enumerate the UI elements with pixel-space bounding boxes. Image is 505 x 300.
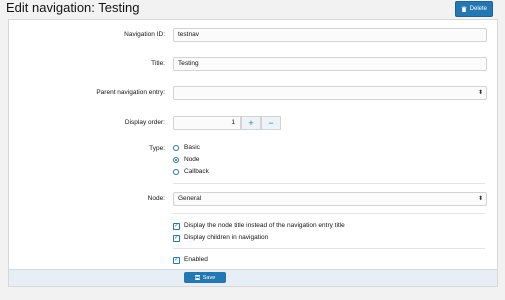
parent-entry-select[interactable]: ⬍ — [173, 86, 487, 100]
trash-icon — [461, 6, 467, 12]
type-node-radio[interactable] — [173, 157, 179, 163]
display-node-title-checkbox[interactable]: ✓ — [173, 223, 180, 230]
divider — [173, 248, 485, 249]
increment-button[interactable]: + — [241, 116, 261, 130]
decrement-button[interactable]: − — [261, 116, 281, 130]
display-children-label[interactable]: Display children in navigation — [184, 234, 268, 241]
node-select[interactable]: General ⬍ — [173, 192, 487, 206]
save-button-label: Save — [202, 274, 216, 281]
navigation-form: Navigation ID: testnav Title: Testing Pa… — [8, 19, 498, 287]
form-footer: Save — [9, 269, 497, 286]
divider — [173, 183, 485, 184]
display-order-label: Display order: — [124, 119, 165, 126]
delete-button[interactable]: Delete — [454, 1, 493, 17]
navigation-id-input[interactable]: testnav — [173, 28, 487, 42]
parent-entry-label: Parent navigation entry: — [96, 89, 165, 96]
type-basic-radio[interactable] — [173, 145, 179, 151]
node-value: General — [178, 195, 202, 202]
enabled-checkbox[interactable]: ✓ — [173, 257, 180, 264]
display-children-checkbox[interactable]: ✓ — [173, 235, 180, 242]
type-label: Type: — [149, 145, 165, 152]
type-basic-label[interactable]: Basic — [184, 144, 200, 151]
display-order-input[interactable]: 1 — [173, 116, 241, 130]
title-input[interactable]: Testing — [173, 57, 487, 71]
type-callback-label[interactable]: Callback — [184, 168, 209, 175]
enabled-label[interactable]: Enabled — [184, 256, 208, 263]
display-node-title-label[interactable]: Display the node title instead of the na… — [184, 222, 345, 229]
title-label: Title: — [151, 60, 165, 67]
type-callback-radio[interactable] — [173, 169, 179, 175]
type-node-label[interactable]: Node — [184, 156, 200, 163]
save-icon — [194, 275, 200, 280]
chevron-updown-icon: ⬍ — [477, 90, 483, 96]
divider — [173, 213, 485, 214]
chevron-updown-icon: ⬍ — [477, 196, 483, 202]
navigation-id-label: Navigation ID: — [124, 31, 165, 38]
page-title: Edit navigation: Testing — [6, 0, 140, 15]
node-label: Node: — [147, 195, 165, 202]
save-button[interactable]: Save — [184, 272, 226, 283]
delete-button-label: Delete — [469, 6, 487, 12]
